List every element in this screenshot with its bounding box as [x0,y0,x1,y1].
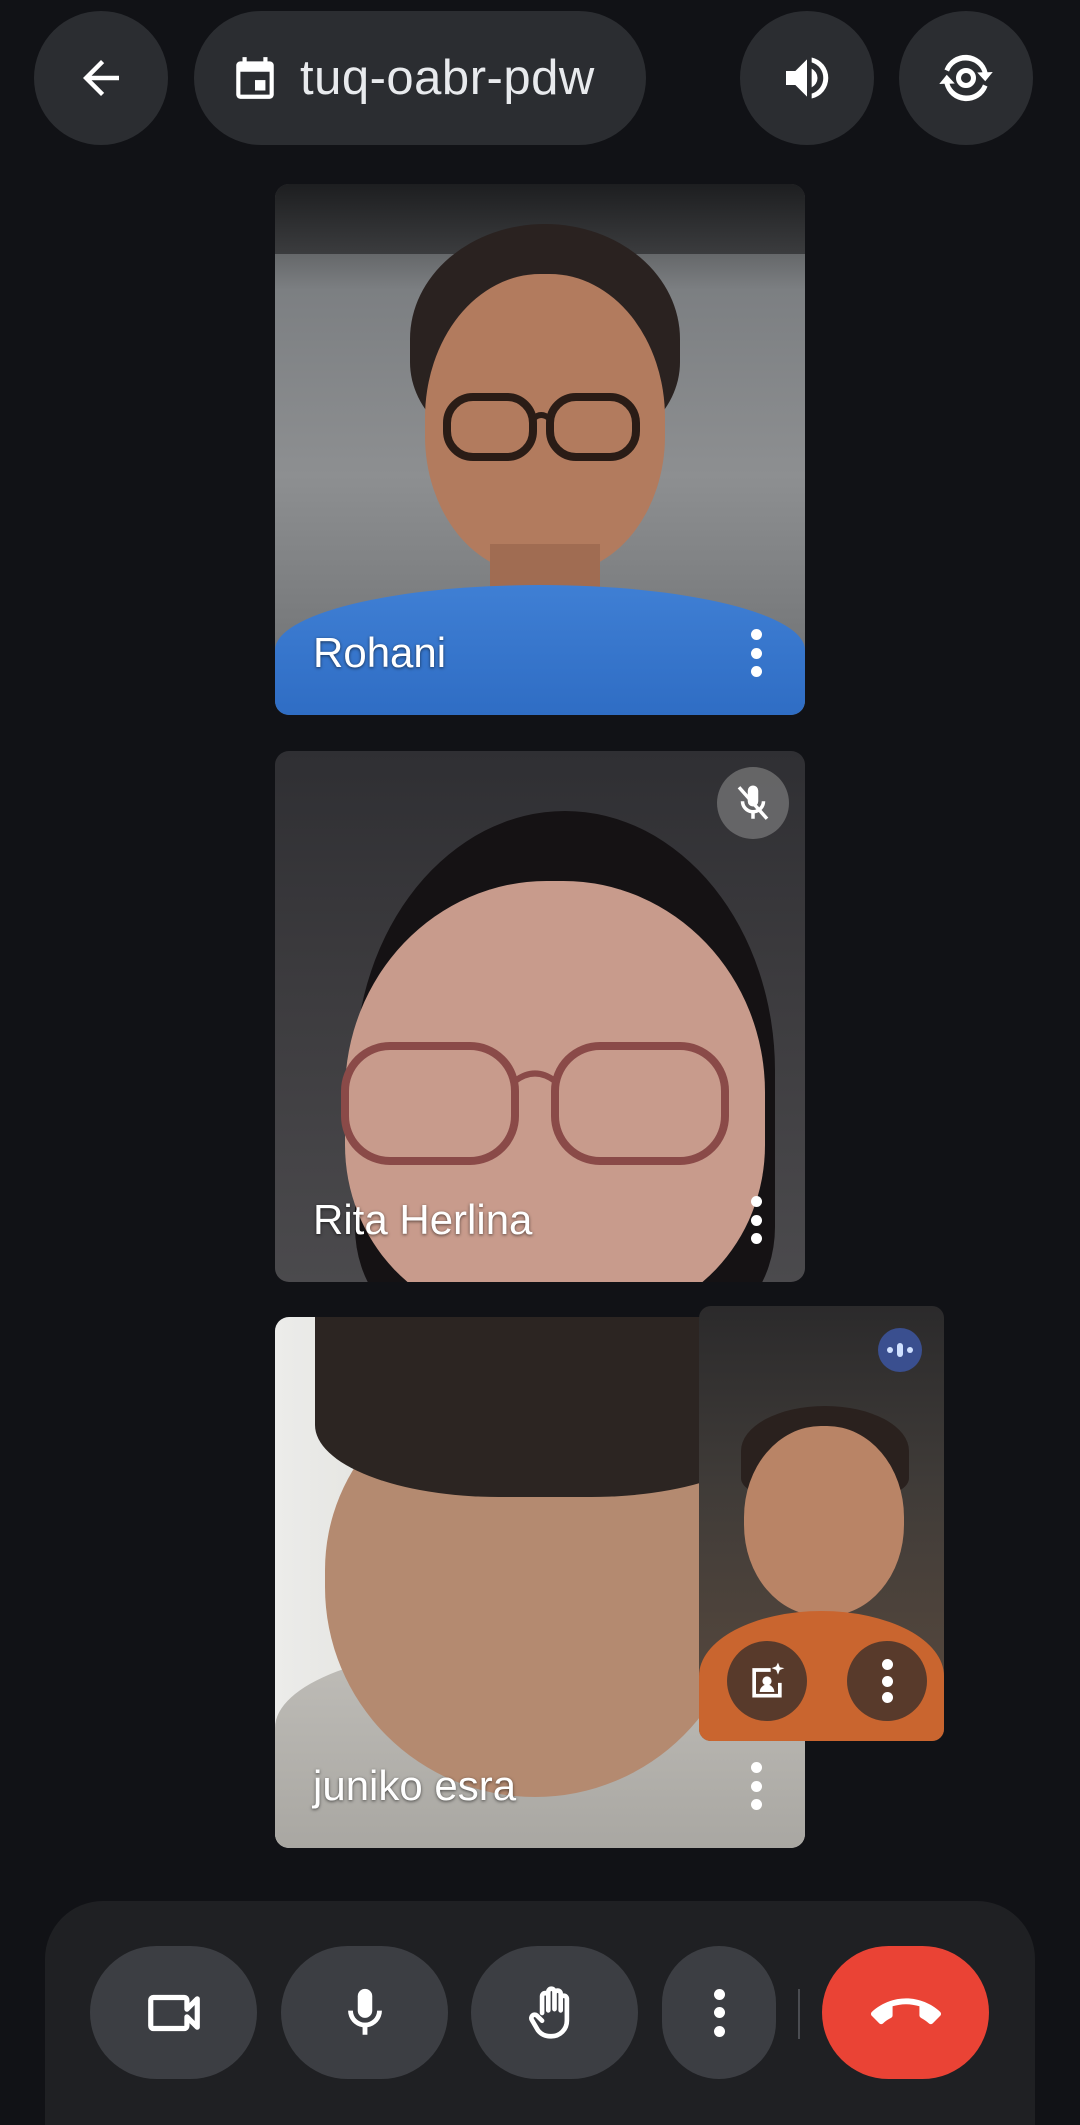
self-view-tile[interactable] [699,1306,944,1741]
raise-hand-button[interactable] [471,1946,638,2079]
back-button[interactable] [34,11,168,145]
controls-divider [798,1989,800,2039]
more-options-icon [881,1659,893,1703]
calendar-icon [236,57,274,99]
more-options-icon [713,1988,725,2037]
arrow-left-icon [83,60,119,96]
raise-hand-icon [528,1985,569,2039]
participant-name: Rita Herlina [313,1196,533,1243]
speaker-icon [786,57,829,99]
participant-tile[interactable]: Rita Herlina [275,751,805,1282]
participant-tile[interactable]: Rohani [275,184,805,715]
glasses-shape [443,393,640,461]
meeting-code: tuq-oabr-pdw [300,51,595,105]
effects-button[interactable] [727,1641,807,1721]
meet-call-screen: tuq-oabr-pdw Rohani Rita Herlina juniko … [0,0,1080,2125]
phone-hangup-icon [870,1997,941,2024]
call-controls-bar [45,1901,1035,2125]
audio-output-button[interactable] [740,11,874,145]
video-camera-icon [147,1994,200,2031]
more-options-icon[interactable] [749,1762,763,1810]
mic-off-icon [737,785,769,820]
more-options-icon[interactable] [749,629,763,677]
meeting-info-button[interactable]: tuq-oabr-pdw [194,11,646,145]
microphone-icon [347,1988,382,2035]
microphone-toggle-button[interactable] [281,1946,448,2079]
more-options-button[interactable] [662,1946,776,2079]
camera-flip-icon [939,54,993,102]
end-call-button[interactable] [822,1946,989,2079]
camera-toggle-button[interactable] [90,1946,257,2079]
portrait-sparkle-icon [752,1662,785,1698]
more-options-icon[interactable] [749,1196,763,1244]
mic-off-badge [717,767,789,839]
glasses-shape [341,1042,729,1165]
participant-name: Rohani [313,629,447,676]
speaking-indicator-icon [878,1328,922,1372]
switch-camera-button[interactable] [899,11,1033,145]
participant-name: juniko esra [313,1762,517,1809]
self-more-options-button[interactable] [847,1641,927,1721]
self-face [744,1426,904,1616]
